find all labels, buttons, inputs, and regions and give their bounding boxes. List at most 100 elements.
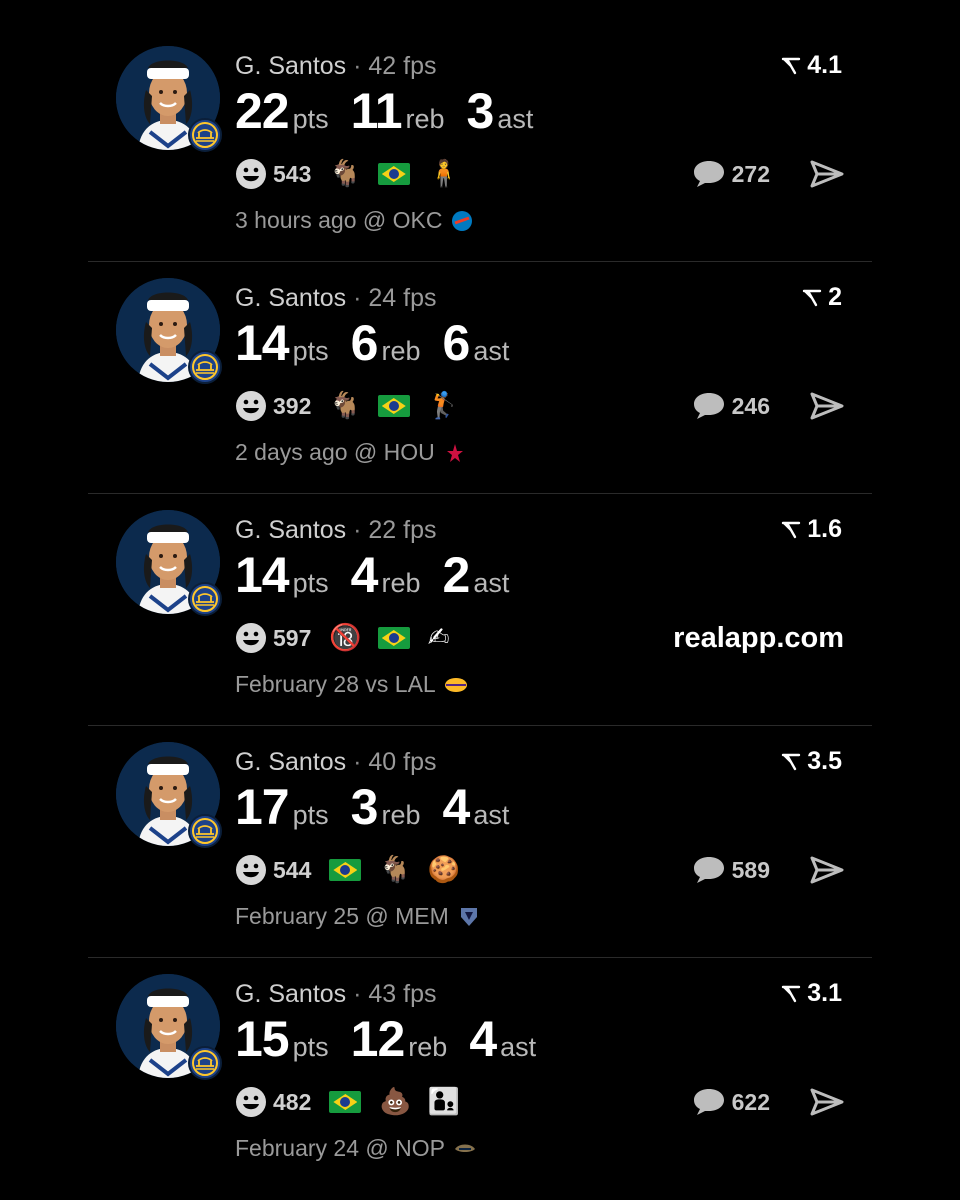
rebounds-value: 12 — [350, 1011, 406, 1067]
points-value: 14 — [235, 547, 290, 603]
points-stat: 14 pts — [235, 314, 329, 372]
rank-arrow-icon — [782, 521, 801, 538]
player-avatar[interactable] — [116, 278, 222, 384]
comment-icon[interactable] — [692, 855, 726, 885]
post-actions: realapp.com — [673, 621, 844, 655]
reactions-row: 392 🐐 🏌 — [235, 389, 476, 423]
points-label: pts — [292, 1032, 329, 1062]
rank-badge[interactable]: 4.1 — [781, 51, 842, 80]
post-feed: G. Santos · 42 fps 4.1 22 pts 11 reb 3 a… — [88, 30, 872, 1189]
reaction-count[interactable]: 392 — [273, 393, 311, 420]
rebounds-stat: 4 reb — [351, 546, 421, 604]
player-avatar[interactable] — [116, 974, 222, 1080]
reaction-count[interactable]: 597 — [273, 625, 311, 652]
points-value: 22 — [235, 83, 290, 139]
points-label: pts — [292, 336, 329, 366]
comment-count[interactable]: 246 — [732, 393, 770, 420]
nop-logo-icon — [454, 1144, 475, 1152]
brazil-flag-icon — [377, 395, 410, 417]
post-actions: 589 — [692, 853, 844, 887]
rebounds-stat: 6 reb — [351, 314, 421, 372]
assists-label: ast — [473, 336, 510, 366]
stat-line: 14 pts 4 reb 2 ast — [235, 546, 531, 604]
share-send-icon[interactable] — [810, 159, 844, 189]
points-value: 15 — [235, 1011, 290, 1067]
react-smiley-icon[interactable] — [235, 390, 267, 422]
game-info[interactable]: 3 hours ago @ OKC — [235, 207, 474, 234]
points-stat: 22 pts — [235, 82, 329, 140]
fps-score: 40 fps — [368, 748, 437, 776]
rebounds-label: reb — [381, 568, 421, 598]
poop-icon: 💩 — [379, 1087, 412, 1117]
goat-icon: 🐐 — [379, 855, 412, 885]
reaction-emojis: 🐐 🏌 — [329, 393, 476, 419]
post-card-1[interactable]: G. Santos · 42 fps 4.1 22 pts 11 reb 3 a… — [88, 30, 872, 262]
fps-score: 43 fps — [368, 980, 437, 1008]
post-actions: 622 — [692, 1085, 844, 1119]
goat-icon: 🐐 — [329, 159, 362, 189]
reaction-count[interactable]: 544 — [273, 857, 311, 884]
rank-value: 4.1 — [807, 51, 842, 79]
assists-value: 4 — [469, 1011, 497, 1067]
gsw-team-logo-icon — [188, 1046, 222, 1080]
game-info[interactable]: 2 days ago @ HOU — [235, 439, 467, 466]
post-actions: 246 — [692, 389, 844, 423]
comment-icon[interactable] — [692, 391, 726, 421]
share-send-icon[interactable] — [810, 855, 844, 885]
react-smiley-icon[interactable] — [235, 854, 267, 886]
hou-logo-icon — [446, 443, 463, 462]
rebounds-label: reb — [405, 104, 445, 134]
player-name[interactable]: G. Santos — [235, 516, 346, 544]
comment-count[interactable]: 589 — [732, 857, 770, 884]
post-card-2[interactable]: G. Santos · 24 fps 2 14 pts 6 reb 6 ast — [88, 262, 872, 494]
gsw-team-logo-icon — [188, 118, 222, 152]
rebounds-value: 3 — [350, 779, 379, 835]
share-send-icon[interactable] — [810, 1087, 844, 1117]
stat-line: 14 pts 6 reb 6 ast — [235, 314, 531, 372]
no-under-18-icon: 🔞 — [329, 623, 362, 653]
points-label: pts — [292, 800, 329, 830]
post-card-5[interactable]: G. Santos · 43 fps 3.1 15 pts 12 reb 4 a… — [88, 958, 872, 1189]
player-name[interactable]: G. Santos — [235, 748, 346, 776]
rank-badge[interactable]: 1.6 — [781, 515, 842, 544]
player-name[interactable]: G. Santos — [235, 52, 346, 80]
game-time-opponent: February 24 @ NOP — [235, 1135, 445, 1161]
rebounds-value: 6 — [350, 315, 379, 371]
assists-stat: 4 ast — [443, 778, 510, 836]
react-smiley-icon[interactable] — [235, 622, 267, 654]
game-info[interactable]: February 25 @ MEM — [235, 903, 481, 930]
reaction-count[interactable]: 482 — [273, 1089, 311, 1116]
game-info[interactable]: February 24 @ NOP — [235, 1135, 477, 1162]
share-send-icon[interactable] — [810, 391, 844, 421]
rank-badge[interactable]: 3.1 — [781, 979, 842, 1008]
reaction-count[interactable]: 543 — [273, 161, 311, 188]
game-time-opponent: February 28 vs LAL — [235, 671, 436, 697]
player-avatar[interactable] — [116, 46, 222, 152]
brazil-flag-icon — [377, 627, 410, 649]
player-name[interactable]: G. Santos — [235, 980, 346, 1008]
react-smiley-icon[interactable] — [235, 1086, 267, 1118]
post-card-3[interactable]: G. Santos · 22 fps 1.6 14 pts 4 reb 2 as… — [88, 494, 872, 726]
rebounds-stat: 12 reb — [351, 1010, 448, 1068]
points-label: pts — [292, 104, 329, 134]
game-info[interactable]: February 28 vs LAL — [235, 671, 468, 698]
brazil-flag-icon — [329, 859, 362, 881]
rank-badge[interactable]: 2 — [802, 283, 842, 312]
assists-value: 3 — [466, 83, 495, 139]
assists-label: ast — [500, 1032, 537, 1062]
points-stat: 15 pts — [235, 1010, 329, 1068]
assists-label: ast — [473, 568, 510, 598]
game-time-opponent: 2 days ago @ HOU — [235, 439, 435, 465]
assists-label: ast — [473, 800, 510, 830]
rank-badge[interactable]: 3.5 — [781, 747, 842, 776]
player-avatar[interactable] — [116, 510, 222, 616]
comment-count[interactable]: 272 — [732, 161, 770, 188]
react-smiley-icon[interactable] — [235, 158, 267, 190]
player-name[interactable]: G. Santos — [235, 284, 346, 312]
comment-icon[interactable] — [692, 159, 726, 189]
player-avatar[interactable] — [116, 742, 222, 848]
comment-icon[interactable] — [692, 1087, 726, 1117]
post-card-4[interactable]: G. Santos · 40 fps 3.5 17 pts 3 reb 4 as… — [88, 726, 872, 958]
writing-hand-icon: ✍ — [427, 623, 450, 653]
comment-count[interactable]: 622 — [732, 1089, 770, 1116]
